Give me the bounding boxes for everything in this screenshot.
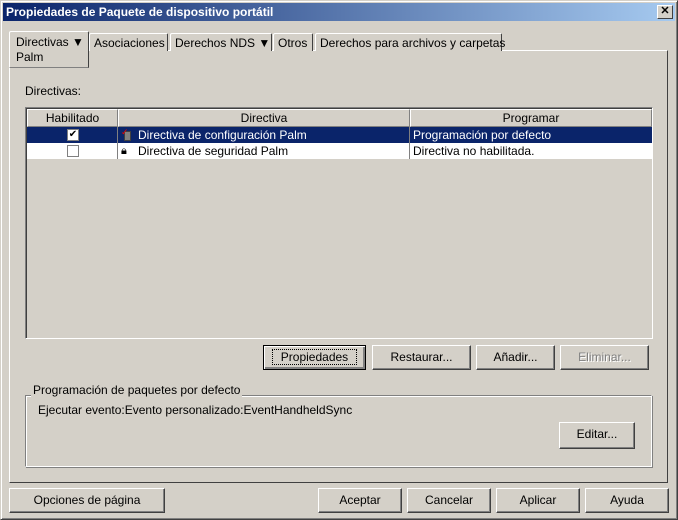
schedule-cell: Directiva no habilitada. bbox=[413, 144, 535, 158]
config-policy-icon: ✓ bbox=[121, 128, 133, 142]
remove-button[interactable]: Eliminar... bbox=[560, 345, 649, 370]
add-button[interactable]: Añadir... bbox=[476, 345, 555, 370]
policy-name-cell: 🔒︎ Directiva de seguridad Palm bbox=[118, 143, 410, 159]
tab-directivas[interactable]: Directivas ▼ Palm bbox=[9, 31, 89, 68]
edit-button[interactable]: Editar... bbox=[559, 422, 635, 449]
enabled-cell: ✔ bbox=[27, 127, 118, 143]
column-header-programar[interactable]: Programar bbox=[410, 109, 652, 127]
enabled-cell bbox=[27, 143, 118, 159]
title-bar: Propiedades de Paquete de dispositivo po… bbox=[3, 3, 675, 21]
ok-button[interactable]: Aceptar bbox=[318, 488, 402, 513]
directivas-label: Directivas: bbox=[25, 84, 82, 98]
tab-sublabel: Palm bbox=[16, 50, 44, 64]
apply-button[interactable]: Aplicar bbox=[496, 488, 580, 513]
policy-name: Directiva de configuración Palm bbox=[138, 128, 307, 142]
group-title: Programación de paquetes por defecto bbox=[31, 383, 243, 397]
button-label: Propiedades bbox=[271, 349, 358, 365]
close-icon: ✕ bbox=[660, 5, 670, 17]
tab-otros[interactable]: Otros bbox=[273, 33, 313, 51]
tab-asociaciones[interactable]: Asociaciones bbox=[89, 33, 168, 51]
policy-name: Directiva de seguridad Palm bbox=[138, 144, 289, 158]
tab-label: Directivas ▼ bbox=[16, 35, 84, 49]
table-row[interactable]: ✔ ✓ Directiva de configuración Palm Progr… bbox=[27, 127, 652, 143]
lock-icon: 🔒︎ bbox=[121, 145, 127, 157]
column-header-directiva[interactable]: Directiva bbox=[118, 109, 410, 127]
tab-derechos-archivos[interactable]: Derechos para archivos y carpetas bbox=[315, 33, 505, 51]
window-title: Propiedades de Paquete de dispositivo po… bbox=[6, 5, 274, 19]
properties-button[interactable]: Propiedades bbox=[263, 345, 366, 370]
schedule-text: Ejecutar evento:Evento personalizado:Eve… bbox=[38, 403, 353, 417]
cancel-button[interactable]: Cancelar bbox=[407, 488, 491, 513]
enabled-checkbox[interactable] bbox=[67, 145, 79, 157]
help-button[interactable]: Ayuda bbox=[585, 488, 669, 513]
tab-derechos-nds[interactable]: Derechos NDS ▼ bbox=[170, 33, 272, 51]
policies-table[interactable]: Habilitado Directiva Programar ✔ ✓ Direct… bbox=[25, 107, 653, 339]
page-options-button[interactable]: Opciones de página bbox=[9, 488, 165, 513]
policy-name-cell: ✓ Directiva de configuración Palm bbox=[118, 127, 410, 143]
restore-button[interactable]: Restaurar... bbox=[372, 345, 471, 370]
column-header-habilitado[interactable]: Habilitado bbox=[27, 109, 118, 127]
schedule-cell: Programación por defecto bbox=[413, 128, 552, 142]
close-button[interactable]: ✕ bbox=[657, 5, 673, 19]
table-row[interactable]: 🔒︎ Directiva de seguridad Palm Directiva … bbox=[27, 143, 652, 159]
enabled-checkbox[interactable]: ✔ bbox=[67, 129, 79, 141]
